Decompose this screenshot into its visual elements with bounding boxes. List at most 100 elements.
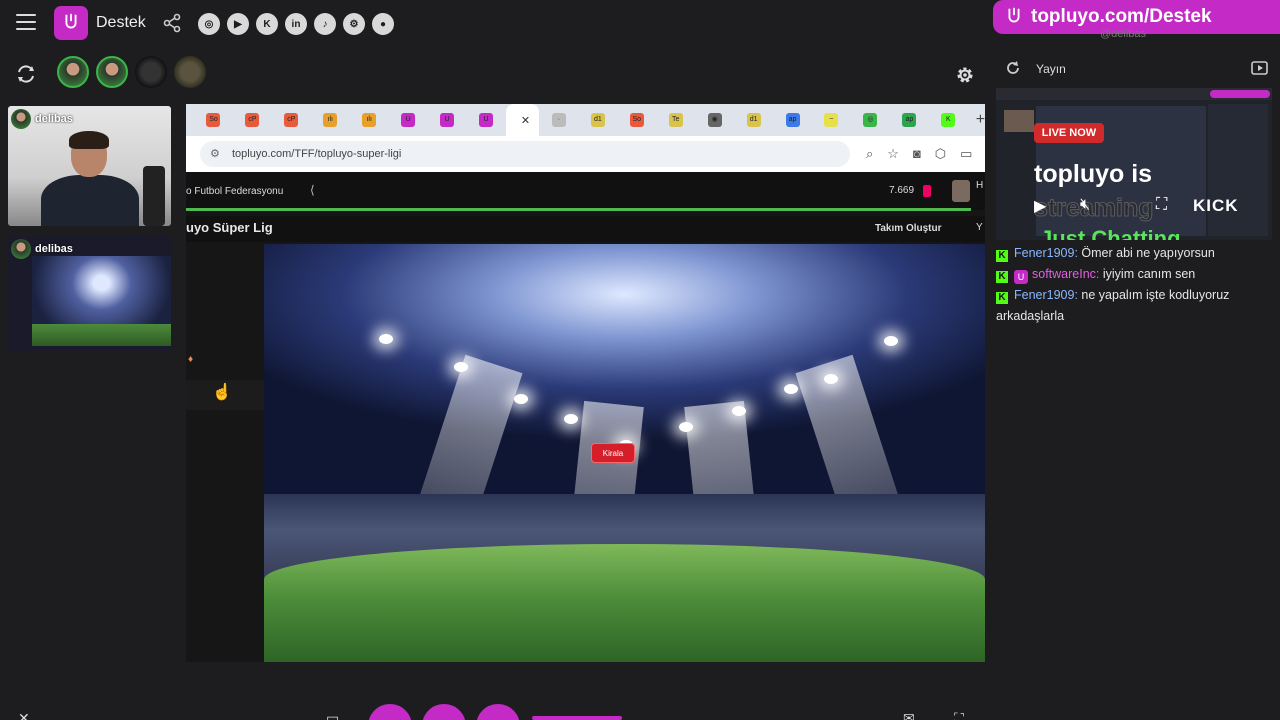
browser-tab[interactable]: ◎ [851, 104, 890, 136]
site-info-icon[interactable]: ⚙ [210, 147, 220, 160]
tab-favicon: So [206, 113, 221, 127]
address-bar[interactable]: ⚙ topluyo.com/TFF/topluyo-super-ligi [200, 141, 850, 167]
site-header: o Futbol Federasyonu ⟨ 7.669 H [186, 172, 985, 210]
chat-username[interactable]: softwareInc: [1032, 267, 1099, 281]
switch-icon[interactable] [15, 63, 37, 85]
create-team-link[interactable]: Takım Oluştur [875, 223, 942, 234]
close-tab-icon[interactable]: ✕ [521, 114, 530, 127]
kick-logo[interactable]: KICK [1193, 196, 1239, 216]
fullscreen-icon[interactable]: ⛶ [1156, 196, 1167, 214]
browser-tab[interactable]: U [428, 104, 467, 136]
steam-icon[interactable]: ⚙ [343, 13, 365, 35]
tab-favicon: ◉ [707, 113, 722, 127]
mute-icon[interactable]: 🔇︎ [1080, 196, 1090, 214]
fullscreen-icon[interactable]: ⛶ [954, 710, 964, 720]
logo-glyph [1008, 7, 1020, 23]
browser-tab[interactable]: U [467, 104, 506, 136]
browser-tab[interactable]: d1 [578, 104, 617, 136]
sidebar-icon[interactable]: ▭ [960, 146, 972, 162]
browser-tab[interactable]: ap [773, 104, 812, 136]
participant-name: delibas [35, 243, 73, 255]
browser-tab[interactable]: ◉ [695, 104, 734, 136]
brand-name[interactable]: Destek [96, 14, 146, 32]
promo-text: topluyo.com/Destek [1031, 6, 1212, 27]
reload-icon[interactable] [1005, 60, 1021, 76]
microphone-button[interactable] [422, 704, 466, 720]
browser-tab[interactable]: cP [272, 104, 311, 136]
browser-tab[interactable]: ap [890, 104, 929, 136]
browser-tab[interactable]: So [194, 104, 233, 136]
mail-icon[interactable]: ✉ [903, 710, 915, 720]
tab-favicon: d1 [746, 113, 761, 127]
avatar[interactable] [96, 56, 128, 88]
avatar[interactable] [57, 56, 89, 88]
top-bar: Destek ◎ ▶ Kin ♪ ⚙ ● [0, 0, 990, 48]
logo-glyph [65, 13, 77, 29]
tab-favicon: cP [284, 113, 299, 127]
browser-tab[interactable]: ılı [311, 104, 350, 136]
tab-favicon: U [401, 113, 416, 127]
github-icon[interactable]: ● [372, 13, 394, 35]
share-icon[interactable]: ⟨ [310, 183, 315, 197]
browser-tab[interactable]: K [929, 104, 968, 136]
browser-tab[interactable]: d1 [734, 104, 773, 136]
volume-slider[interactable] [532, 716, 622, 720]
avatar[interactable] [135, 56, 167, 88]
browser-tab[interactable]: ılı [350, 104, 389, 136]
browser-tab[interactable]: Te [656, 104, 695, 136]
zoom-icon[interactable]: ⌕ [866, 146, 873, 162]
headphone-button[interactable] [476, 704, 520, 720]
menu-icon[interactable] [16, 14, 36, 32]
screen-share-icon[interactable]: ▭ [326, 710, 339, 720]
instagram-icon[interactable]: ◎ [198, 13, 220, 35]
share-icon[interactable] [162, 13, 182, 33]
browser-tab[interactable]: So [617, 104, 656, 136]
kick-badge-icon: K [996, 292, 1008, 304]
tab-favicon: U [479, 113, 494, 127]
star-icon[interactable]: ☆ [887, 146, 899, 162]
participant-screen-card[interactable]: delibas [8, 236, 171, 351]
stream-subtitle: streaming [1033, 194, 1154, 223]
tab-favicon: ılı [323, 113, 338, 127]
play-icon[interactable]: ▶ [1034, 196, 1046, 216]
browser-tab[interactable]: ~ [812, 104, 851, 136]
stream-category: Just Chatting [1040, 226, 1181, 240]
chat-list: K Fener1909: Ömer abi ne yapıyorsun K Usoft… [996, 243, 1280, 327]
new-tab-icon[interactable]: + [976, 111, 985, 129]
browser-tab[interactable]: · [539, 104, 578, 136]
linkedin-icon[interactable]: in [285, 13, 307, 35]
tiktok-icon[interactable]: ♪ [314, 13, 336, 35]
live-badge: LIVE NOW [1034, 123, 1104, 143]
rent-button[interactable]: Kirala [591, 443, 635, 463]
tab-favicon: Te [668, 113, 683, 127]
chat-message: K Fener1909: ne yapalım işte kodluyoruz a… [996, 285, 1280, 327]
shared-screen[interactable]: So cP cP ılı ılı U U U ✕ · d1 So Te ◉ d1 ap ~ ◎ ap K + ⚙ top… [186, 104, 985, 662]
chat-username[interactable]: Fener1909: [1014, 288, 1078, 302]
play-icon[interactable] [1251, 60, 1269, 76]
kick-icon[interactable]: K [256, 13, 278, 35]
avatar[interactable] [952, 180, 970, 202]
chat-text: iyiyim canım sen [1099, 267, 1196, 281]
gear-icon[interactable] [954, 64, 976, 86]
browser-tab[interactable]: U [389, 104, 428, 136]
chat-username[interactable]: Fener1909: [1014, 246, 1078, 260]
site-user-initial: H [976, 180, 984, 191]
nav-item-cut[interactable]: Y [976, 222, 983, 233]
app-logo[interactable] [54, 6, 88, 40]
chat-message: K Fener1909: Ömer abi ne yapıyorsun [996, 243, 1280, 264]
tab-favicon: So [629, 113, 644, 127]
extensions-icon[interactable]: ⬡ [935, 146, 946, 162]
collapse-icon[interactable]: ✕ [18, 710, 30, 720]
tab-favicon: ap [785, 113, 800, 127]
participant-camera-card[interactable]: delibas [8, 106, 171, 226]
browser-tab-active[interactable]: ✕ [505, 104, 540, 136]
camera-button[interactable] [368, 704, 412, 720]
social-links: ◎ ▶ Kin ♪ ⚙ ● [198, 13, 394, 35]
url-text: topluyo.com/TFF/topluyo-super-ligi [232, 148, 402, 160]
subscriber-badge-icon: U [1014, 270, 1028, 284]
camera-icon[interactable]: ◙ [913, 146, 921, 162]
site-org-name[interactable]: o Futbol Federasyonu [186, 186, 283, 197]
browser-tab[interactable]: cP [233, 104, 272, 136]
avatar[interactable] [174, 56, 206, 88]
youtube-icon[interactable]: ▶ [227, 13, 249, 35]
